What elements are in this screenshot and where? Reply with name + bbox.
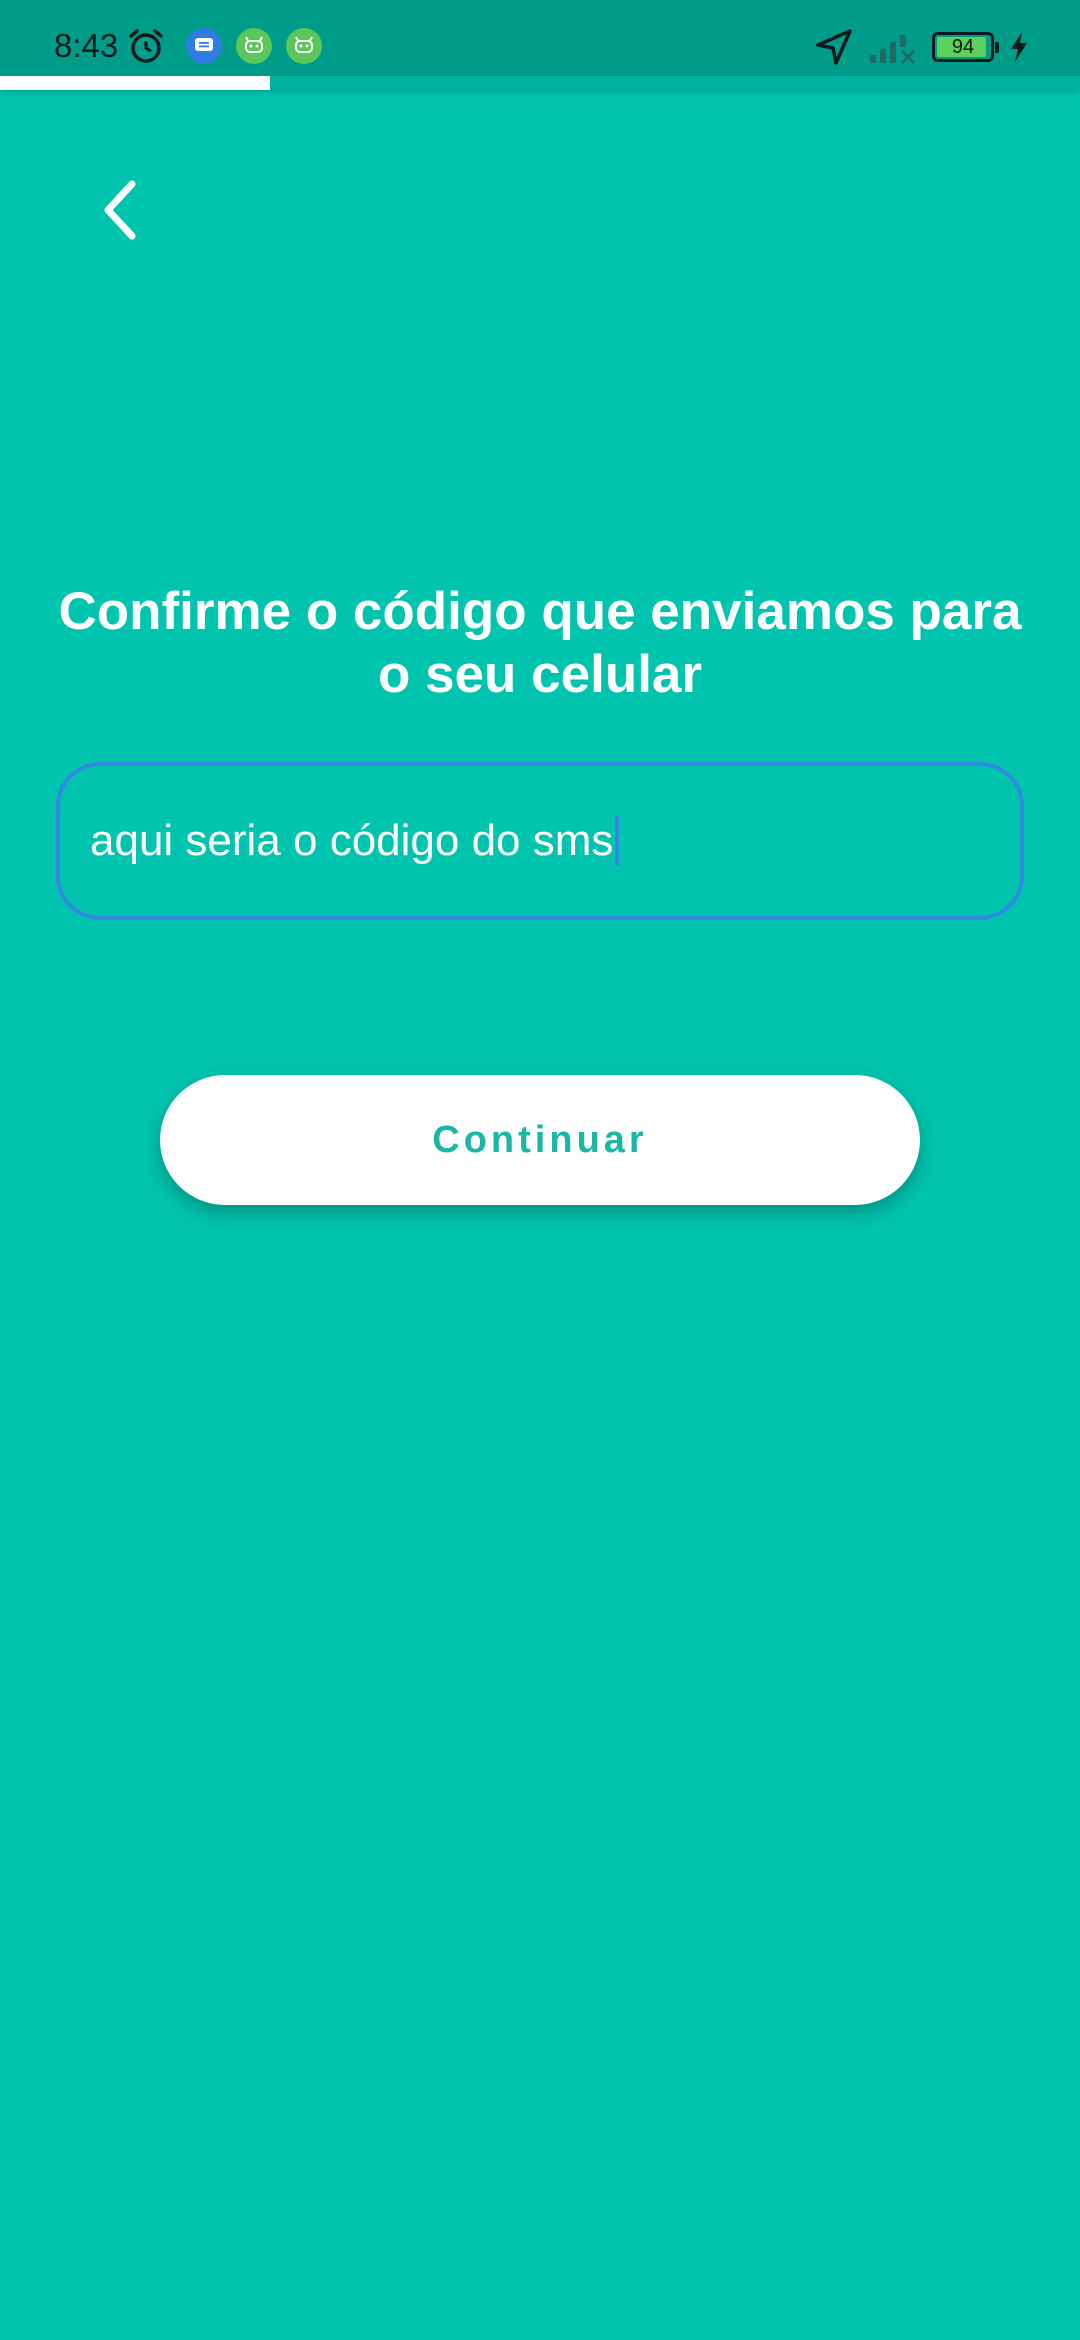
status-bar: 8:43 94 bbox=[0, 0, 1080, 76]
battery-icon: 94 bbox=[932, 32, 999, 62]
location-icon bbox=[816, 29, 852, 65]
continue-button[interactable]: Continuar bbox=[160, 1075, 920, 1205]
status-time: 8:43 bbox=[54, 27, 119, 64]
status-left: 8:43 bbox=[54, 18, 323, 74]
android-notification-icon bbox=[236, 28, 273, 64]
page-title: Confirme o código que enviamos para o se… bbox=[58, 582, 1022, 704]
android-notification-icon bbox=[286, 28, 323, 64]
battery-level: 94 bbox=[951, 35, 975, 58]
text-cursor bbox=[615, 816, 620, 866]
progress-fill bbox=[0, 76, 270, 90]
sms-code-input[interactable]: aqui seria o código do sms bbox=[56, 762, 1024, 920]
status-right: 94 bbox=[814, 24, 1030, 70]
sms-confirmation-screen: 8:43 94 Confirme o código que enviamos p… bbox=[0, 0, 1080, 2340]
signal-icon bbox=[870, 35, 916, 65]
chevron-left-icon bbox=[104, 180, 136, 240]
progress-bar bbox=[0, 76, 1080, 90]
alarm-icon bbox=[129, 29, 163, 63]
sms-code-value[interactable]: aqui seria o código do sms bbox=[90, 816, 613, 866]
continue-button-label: Continuar bbox=[432, 1118, 648, 1161]
back-button[interactable] bbox=[90, 170, 150, 250]
charging-icon bbox=[1011, 32, 1027, 62]
messages-notification-icon bbox=[186, 28, 223, 64]
